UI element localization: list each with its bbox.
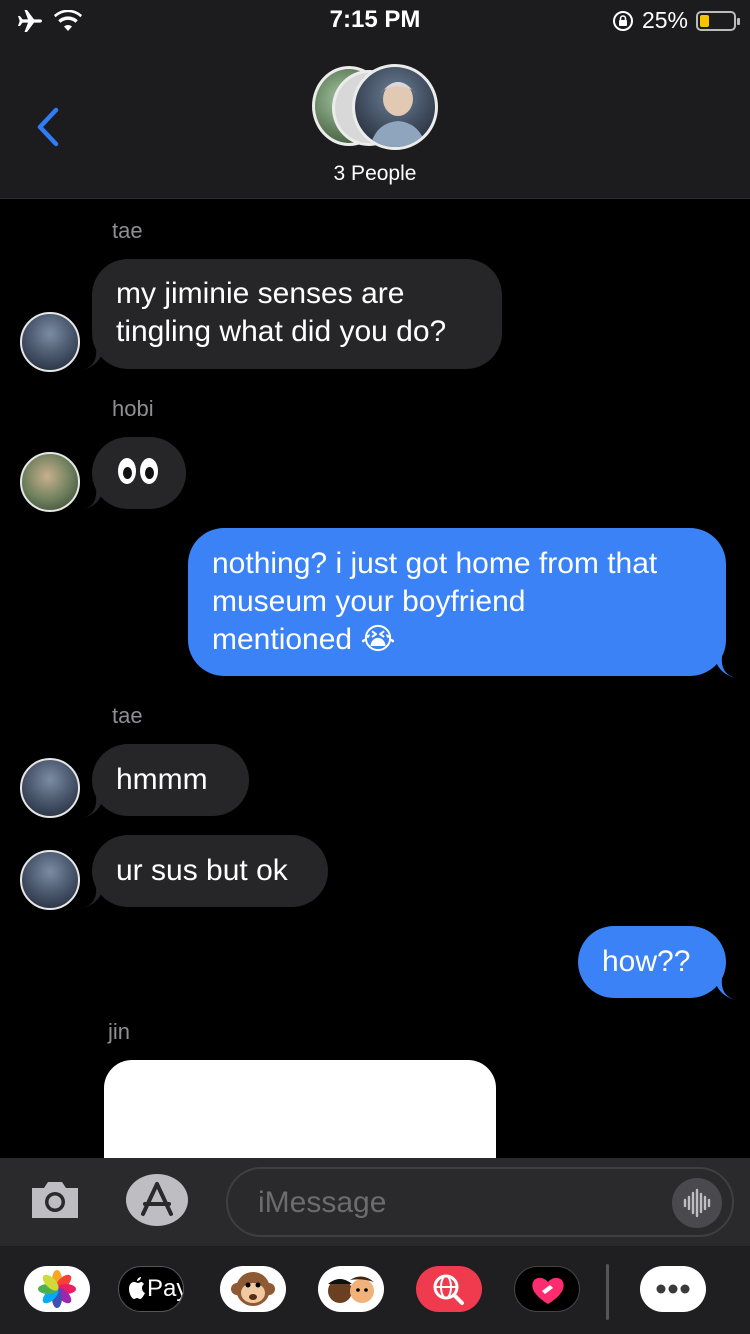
avatar[interactable] xyxy=(20,850,80,910)
conversation-header: 3 People xyxy=(0,40,750,199)
bubble-tail xyxy=(82,488,104,510)
message-text: how?? xyxy=(602,945,691,978)
bubble-tail xyxy=(82,796,104,818)
avatar[interactable] xyxy=(20,758,80,818)
eye xyxy=(118,458,136,484)
person-photo xyxy=(370,82,426,147)
sender-name: jin xyxy=(108,1019,131,1044)
heart-glyph xyxy=(532,1277,564,1304)
waveform-glyph xyxy=(683,1188,711,1218)
ellipsis-glyph xyxy=(656,1284,690,1294)
message-text: nothing? i just got home from that xyxy=(212,547,658,580)
search-images-icon[interactable] xyxy=(416,1266,482,1312)
camera-icon[interactable] xyxy=(28,1176,82,1222)
bubble-tail xyxy=(714,978,736,1000)
status-right: 25% xyxy=(612,7,740,34)
heart-app-icon[interactable] xyxy=(514,1266,580,1312)
message-bubble[interactable]: how?? xyxy=(578,926,726,998)
message-bubble[interactable]: hmmm xyxy=(92,744,249,816)
audio-waveform-icon[interactable] xyxy=(672,1178,722,1228)
message-bubble[interactable]: ur sus but ok xyxy=(92,835,328,907)
monkey-glyph xyxy=(231,1272,275,1306)
photos-icon[interactable] xyxy=(24,1266,90,1312)
status-bar: 7:15 PM 25% xyxy=(0,0,750,40)
battery-icon xyxy=(696,10,740,31)
imessage-app-strip: Pay xyxy=(0,1246,750,1334)
bubble-tail xyxy=(82,348,104,370)
composer-bar xyxy=(0,1158,750,1246)
apple-pay-icon[interactable]: Pay xyxy=(118,1266,184,1312)
rotation-lock-icon xyxy=(612,10,633,31)
avatar xyxy=(352,64,438,150)
bubble-tail xyxy=(714,656,736,678)
sender-name: hobi xyxy=(112,396,154,421)
crying-emoji: 😭 xyxy=(360,623,396,656)
eye xyxy=(140,458,158,484)
photos-glyph xyxy=(38,1270,76,1308)
message-text: tingling what did you do? xyxy=(116,315,447,348)
monkey-animoji-icon[interactable] xyxy=(220,1266,286,1312)
eyes-emoji-icon xyxy=(118,458,158,484)
sender-name: tae xyxy=(112,703,143,728)
conversation-title[interactable]: 3 People xyxy=(0,162,750,186)
message-text: ur sus but ok xyxy=(116,854,288,887)
sender-name: tae xyxy=(112,218,143,243)
apple-pay-label: Pay xyxy=(147,1275,183,1302)
message-text: my jiminie senses are xyxy=(116,277,405,310)
message-input-field[interactable] xyxy=(226,1167,734,1237)
globe-search-glyph xyxy=(433,1274,464,1305)
message-text: mentioned xyxy=(212,623,353,656)
message-text: hmmm xyxy=(116,763,208,796)
group-avatars[interactable] xyxy=(310,64,440,154)
message-bubble[interactable]: my jiminie senses are tingling what did … xyxy=(92,259,502,369)
memoji-icon[interactable] xyxy=(318,1266,384,1312)
memoji-glyph xyxy=(328,1276,374,1303)
message-text: museum your boyfriend xyxy=(212,585,526,618)
avatar[interactable] xyxy=(20,312,80,372)
message-text: mentioned 😭 xyxy=(212,621,702,659)
app-store-icon[interactable] xyxy=(126,1174,188,1226)
bubble-tail xyxy=(82,886,104,908)
battery-fill xyxy=(700,14,709,27)
more-icon[interactable] xyxy=(640,1266,706,1312)
apple-logo-icon xyxy=(129,1277,145,1299)
divider xyxy=(606,1264,609,1320)
avatar[interactable] xyxy=(20,452,80,512)
message-input[interactable] xyxy=(256,1169,660,1237)
app-store-glyph xyxy=(141,1182,173,1216)
battery-percent: 25% xyxy=(641,7,688,33)
chevron-left-icon[interactable] xyxy=(30,102,64,152)
message-bubble[interactable]: nothing? i just got home from that museu… xyxy=(188,528,726,676)
